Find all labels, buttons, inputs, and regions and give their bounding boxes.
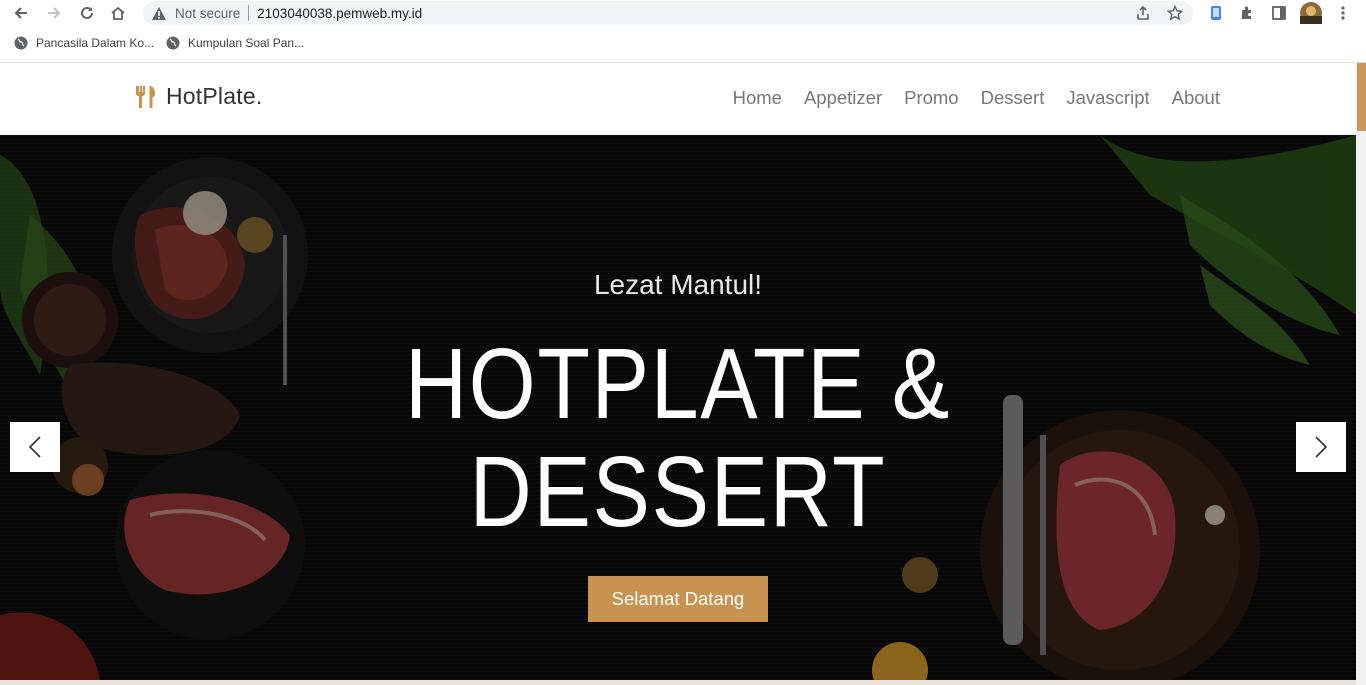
hero-headline-line2: DESSERT [469,436,887,548]
bookmark-label: Pancasila Dalam Ko... [36,36,155,50]
nav-appetizer[interactable]: Appetizer [804,87,882,109]
omnibox-divider [248,5,250,21]
reload-icon[interactable] [76,2,98,24]
chevron-right-icon [1315,436,1328,458]
section-divider [0,680,1356,685]
main-nav: Home Appetizer Promo Dessert Javascript … [733,87,1220,109]
hero-subtitle: Lezat Mantul! [593,269,763,300]
bookmark-item[interactable]: Kumpulan Soal Pan... [166,36,304,50]
bookmarks-bar: Pancasila Dalam Ko... Kumpulan Soal Pan.… [0,30,1366,58]
chevron-left-icon [28,436,41,458]
site-brand[interactable]: HotPlate. [134,83,262,110]
browser-toolbar: Not secure 2103040038.pemweb.my.id [0,0,1366,26]
star-icon[interactable] [1166,4,1184,21]
brand-name: HotPlate. [166,83,263,109]
security-label[interactable]: Not secure [175,6,240,21]
extension-icon[interactable] [1236,2,1258,24]
home-icon[interactable] [107,2,129,24]
share-icon[interactable] [1135,5,1151,21]
bookmark-label: Kumpulan Soal Pan... [188,36,305,50]
address-bar[interactable]: Not secure 2103040038.pemweb.my.id [143,1,1193,25]
scrollbar-thumb[interactable] [1357,63,1366,131]
profile-avatar[interactable] [1300,2,1322,24]
hero-carousel: Lezat Mantul! HOTPLATE & DESSERT Selamat… [0,135,1356,680]
globe-icon [14,36,28,50]
nav-home[interactable]: Home [733,87,782,109]
site-navbar: HotPlate. Home Appetizer Promo Dessert J… [0,63,1356,135]
nav-about[interactable]: About [1172,87,1220,109]
page-scrollbar[interactable] [1356,63,1366,685]
hero-headline: HOTPLATE & DESSERT [95,330,1261,546]
nav-javascript[interactable]: Javascript [1066,87,1149,109]
web-page: HotPlate. Home Appetizer Promo Dessert J… [0,63,1356,685]
welcome-button[interactable]: Selamat Datang [588,576,768,622]
carousel-prev-button[interactable] [10,422,60,472]
hero-headline-line1: HOTPLATE & [404,328,952,440]
url-text[interactable]: 2103040038.pemweb.my.id [257,6,422,21]
forward-icon[interactable] [43,2,65,24]
globe-icon [166,36,180,50]
extension-phone-icon[interactable] [1205,2,1227,24]
nav-promo[interactable]: Promo [904,87,959,109]
sidepanel-icon[interactable] [1268,2,1290,24]
bookmark-item[interactable]: Pancasila Dalam Ko... [14,36,154,50]
menu-icon[interactable] [1332,2,1354,24]
back-icon[interactable] [10,2,32,24]
fork-knife-icon [136,85,155,108]
carousel-next-button[interactable] [1296,422,1346,472]
nav-dessert[interactable]: Dessert [981,87,1045,109]
warning-icon[interactable] [151,5,167,21]
